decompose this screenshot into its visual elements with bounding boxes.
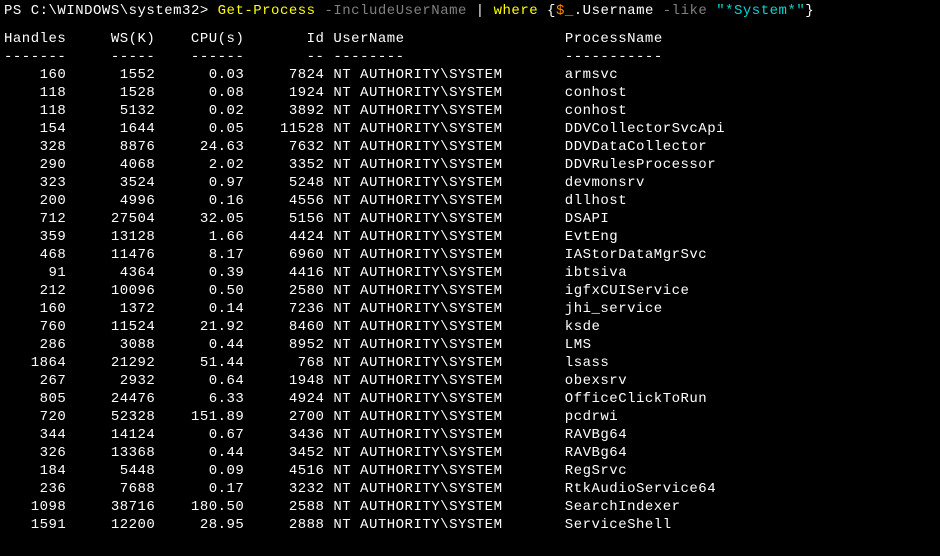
table-row: 468 11476 8.17 6960 NT AUTHORITY\SYSTEM … xyxy=(4,246,936,264)
process-table: Handles WS(K) CPU(s) Id UserName Process… xyxy=(4,30,936,534)
table-row: 1864 21292 51.44 768 NT AUTHORITY\SYSTEM… xyxy=(4,354,936,372)
table-row: 200 4996 0.16 4556 NT AUTHORITY\SYSTEM d… xyxy=(4,192,936,210)
brace-open: { xyxy=(538,3,556,19)
current-path: C:\WINDOWS\system32> xyxy=(31,3,209,19)
sep-cpu: ------ xyxy=(155,49,244,65)
sep-handles: ------- xyxy=(4,49,66,65)
ps-prefix: PS xyxy=(4,3,31,19)
brace-close: } xyxy=(805,3,814,19)
table-row: 118 1528 0.08 1924 NT AUTHORITY\SYSTEM c… xyxy=(4,84,936,102)
table-row: 91 4364 0.39 4416 NT AUTHORITY\SYSTEM ib… xyxy=(4,264,936,282)
table-row: 160 1372 0.14 7236 NT AUTHORITY\SYSTEM j… xyxy=(4,300,936,318)
table-row: 712 27504 32.05 5156 NT AUTHORITY\SYSTEM… xyxy=(4,210,936,228)
sep-username: -------- xyxy=(333,49,564,65)
table-row: 1098 38716 180.50 2588 NT AUTHORITY\SYST… xyxy=(4,498,936,516)
table-separator: ------- ----- ------ -- -------- -------… xyxy=(4,48,936,66)
table-header: Handles WS(K) CPU(s) Id UserName Process… xyxy=(4,30,936,48)
table-row: 154 1644 0.05 11528 NT AUTHORITY\SYSTEM … xyxy=(4,120,936,138)
table-row: 328 8876 24.63 7632 NT AUTHORITY\SYSTEM … xyxy=(4,138,936,156)
property-username: .Username xyxy=(574,3,663,19)
table-row: 760 11524 21.92 8460 NT AUTHORITY\SYSTEM… xyxy=(4,318,936,336)
table-row: 359 13128 1.66 4424 NT AUTHORITY\SYSTEM … xyxy=(4,228,936,246)
header-username: UserName xyxy=(333,31,564,47)
table-row: 290 4068 2.02 3352 NT AUTHORITY\SYSTEM D… xyxy=(4,156,936,174)
table-row: 286 3088 0.44 8952 NT AUTHORITY\SYSTEM L… xyxy=(4,336,936,354)
cmdlet-get-process: Get-Process xyxy=(209,3,316,19)
header-handles: Handles xyxy=(4,31,66,47)
cmdlet-where: where xyxy=(494,3,539,19)
param-include-username: -IncludeUserName xyxy=(316,3,467,19)
table-row: 323 3524 0.97 5248 NT AUTHORITY\SYSTEM d… xyxy=(4,174,936,192)
command-prompt-line[interactable]: PS C:\WINDOWS\system32> Get-Process -Inc… xyxy=(4,2,936,20)
sep-ws: ----- xyxy=(66,49,155,65)
header-id: Id xyxy=(244,31,324,47)
pipe-operator: | xyxy=(467,3,494,19)
table-row: 805 24476 6.33 4924 NT AUTHORITY\SYSTEM … xyxy=(4,390,936,408)
table-row: 118 5132 0.02 3892 NT AUTHORITY\SYSTEM c… xyxy=(4,102,936,120)
table-row: 1591 12200 28.95 2888 NT AUTHORITY\SYSTE… xyxy=(4,516,936,534)
string-system-wildcard: "*System*" xyxy=(716,3,805,19)
table-row: 212 10096 0.50 2580 NT AUTHORITY\SYSTEM … xyxy=(4,282,936,300)
table-body: 160 1552 0.03 7824 NT AUTHORITY\SYSTEM a… xyxy=(4,66,936,534)
header-cpu: CPU(s) xyxy=(155,31,244,47)
variable-dollar-underscore: $_ xyxy=(556,3,574,19)
table-row: 184 5448 0.09 4516 NT AUTHORITY\SYSTEM R… xyxy=(4,462,936,480)
table-row: 267 2932 0.64 1948 NT AUTHORITY\SYSTEM o… xyxy=(4,372,936,390)
operator-like: -like xyxy=(663,3,716,19)
table-row: 326 13368 0.44 3452 NT AUTHORITY\SYSTEM … xyxy=(4,444,936,462)
table-row: 160 1552 0.03 7824 NT AUTHORITY\SYSTEM a… xyxy=(4,66,936,84)
sep-processname: ----------- xyxy=(565,49,663,65)
header-ws: WS(K) xyxy=(66,31,155,47)
table-row: 236 7688 0.17 3232 NT AUTHORITY\SYSTEM R… xyxy=(4,480,936,498)
sep-id: -- xyxy=(244,49,324,65)
table-row: 720 52328 151.89 2700 NT AUTHORITY\SYSTE… xyxy=(4,408,936,426)
table-row: 344 14124 0.67 3436 NT AUTHORITY\SYSTEM … xyxy=(4,426,936,444)
header-processname: ProcessName xyxy=(565,31,663,47)
